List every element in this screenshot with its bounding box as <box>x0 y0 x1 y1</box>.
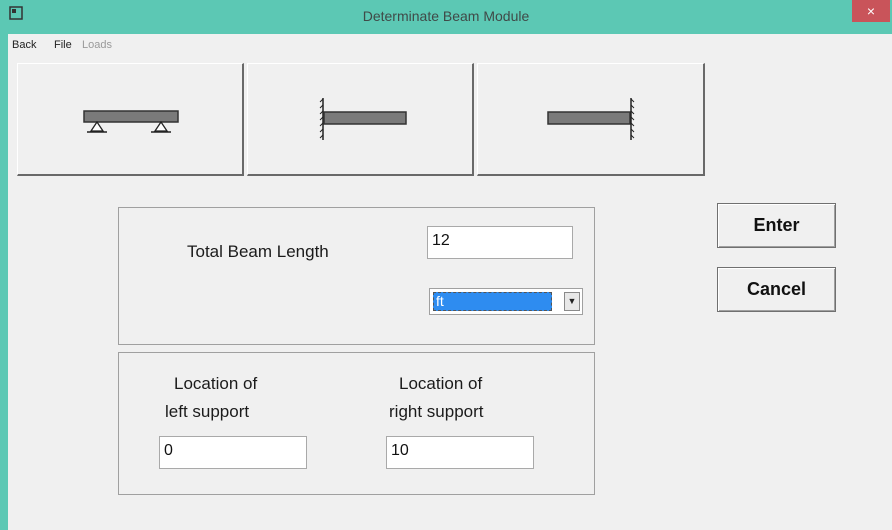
cantilever-right-fixed-button[interactable] <box>477 63 705 176</box>
right-support-input[interactable]: 10 <box>386 436 534 469</box>
beam-length-input[interactable]: 12 <box>427 226 573 259</box>
cantilever-left-fixed-icon <box>319 98 407 140</box>
simply-supported-beam-icon <box>83 110 179 133</box>
menu-bar: Back File Loads <box>8 34 892 56</box>
left-support-label-line2: left support <box>165 402 250 421</box>
window-title: Determinate Beam Module <box>362 8 530 24</box>
window-border <box>0 34 8 530</box>
unit-select[interactable]: ft ▼ <box>429 288 583 315</box>
menu-loads[interactable]: Loads <box>82 39 112 51</box>
close-button[interactable]: × <box>852 0 890 22</box>
cantilever-left-fixed-button[interactable] <box>247 63 474 176</box>
beam-length-label: Total Beam Length <box>187 242 329 261</box>
simply-supported-beam-button[interactable] <box>17 63 244 176</box>
enter-button[interactable]: Enter <box>717 203 836 248</box>
left-support-input[interactable]: 0 <box>159 436 307 469</box>
title-bar: Determinate Beam Module × <box>0 0 892 34</box>
unit-select-value: ft <box>433 292 552 311</box>
menu-back[interactable]: Back <box>12 39 36 51</box>
menu-file[interactable]: File <box>54 39 72 51</box>
right-support-label-line2: right support <box>389 402 484 421</box>
cancel-button[interactable]: Cancel <box>717 267 836 312</box>
cantilever-right-fixed-icon <box>547 98 635 140</box>
chevron-down-icon[interactable]: ▼ <box>564 292 580 311</box>
right-support-label-line1: Location of <box>399 374 483 393</box>
left-support-label-line1: Location of <box>174 374 258 393</box>
